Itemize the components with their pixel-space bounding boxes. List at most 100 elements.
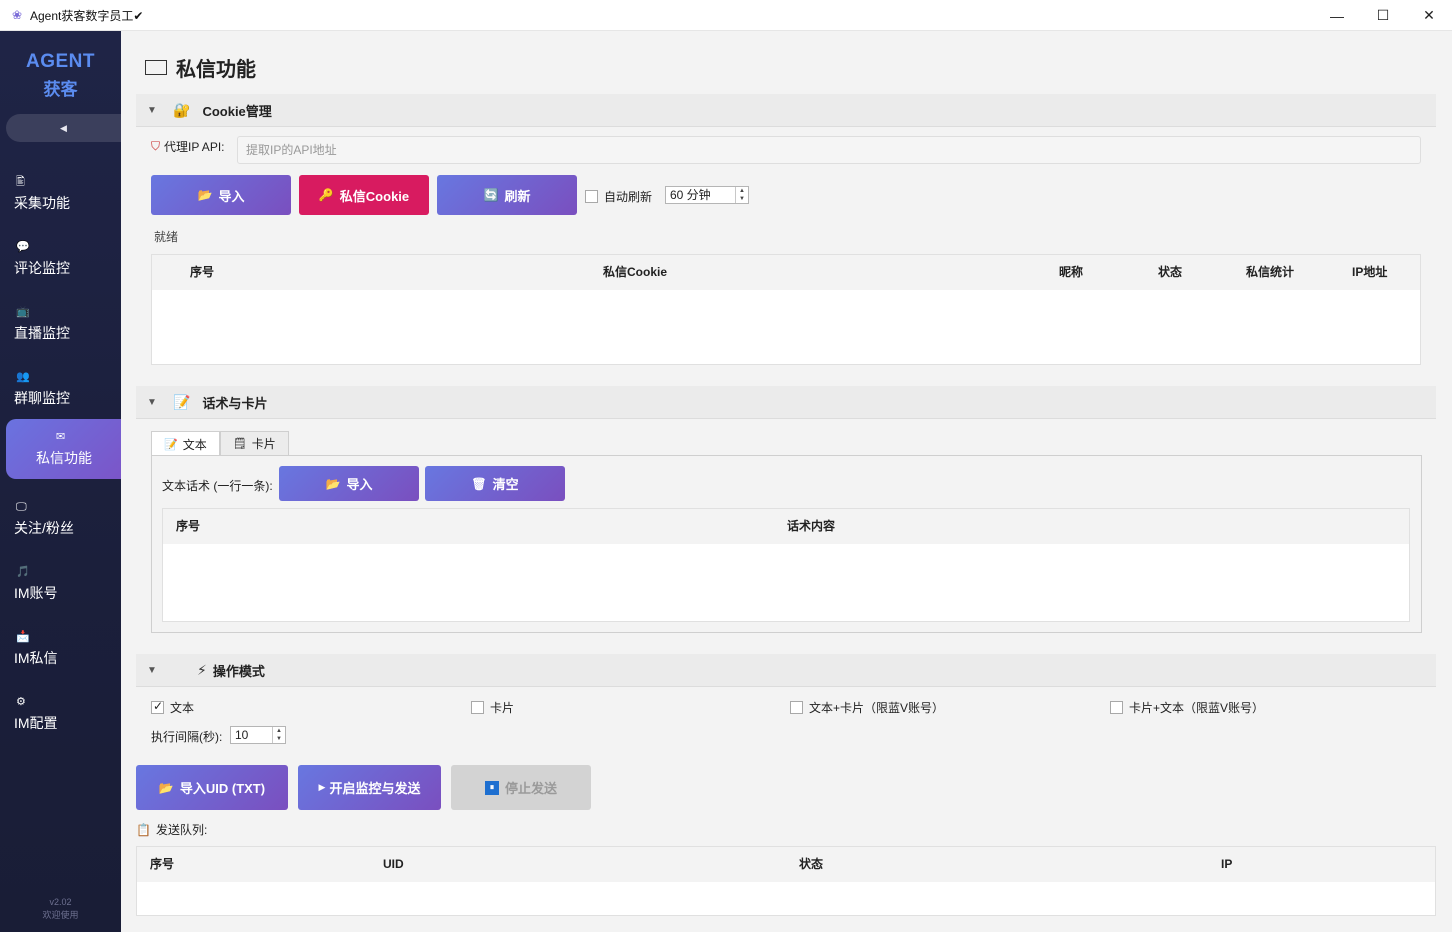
sidebar-item-label: IM私信 xyxy=(14,650,58,666)
sidebar-item-label: 采集功能 xyxy=(14,195,70,211)
button-label: 开启监控与发送 xyxy=(329,781,421,796)
script-import-button[interactable]: 📂 导入 xyxy=(279,466,419,501)
cookie-status: 就绪 xyxy=(154,230,179,244)
sidebar-item-collect[interactable]: 🖺 采集功能 xyxy=(6,164,121,224)
interval-spinbox[interactable]: 10 ▲ ▼ xyxy=(230,726,286,744)
sidebar-item-live-monitor[interactable]: 📺 直播监控 xyxy=(6,294,121,354)
column-header[interactable]: 私信统计 xyxy=(1246,255,1294,290)
window-controls: — ☐ ✕ xyxy=(1314,0,1452,31)
folder-icon: 📂 xyxy=(197,188,213,202)
shield-icon: ⛉ xyxy=(151,139,161,153)
column-header[interactable]: 昵称 xyxy=(1059,255,1083,290)
brand-line1: AGENT xyxy=(26,51,95,72)
mode-checkbox[interactable] xyxy=(1110,700,1123,714)
welcome-text: 欢迎使用 xyxy=(42,910,79,920)
gear-icon: ⚙ xyxy=(16,696,26,708)
column-header[interactable]: 序号 xyxy=(150,847,174,882)
mode-checkbox[interactable] xyxy=(790,700,803,714)
sidebar-item-label: 直播监控 xyxy=(14,325,70,341)
import-uid-button[interactable]: 📂 导入UID (TXT) xyxy=(136,765,288,810)
queue-label: 📋 发送队列: xyxy=(136,821,207,838)
collapse-caret-icon[interactable]: ▼ xyxy=(147,397,159,408)
collapse-caret-icon[interactable]: ▼ xyxy=(147,665,159,676)
refresh-button[interactable]: 🔄 刷新 xyxy=(437,175,577,215)
mail-icon: 📩 xyxy=(16,631,30,643)
proxy-api-input[interactable]: 提取IP的API地址 xyxy=(237,136,1421,164)
mode-checkbox[interactable] xyxy=(471,700,484,714)
column-header[interactable]: 状态 xyxy=(799,847,823,882)
pause-icon: ⏸ xyxy=(484,780,499,795)
column-header[interactable]: 话术内容 xyxy=(787,509,835,544)
folder-icon: 📂 xyxy=(158,780,174,795)
button-label: 私信Cookie xyxy=(339,188,410,204)
mode-option-card[interactable]: 卡片 xyxy=(471,700,514,715)
close-button[interactable]: ✕ xyxy=(1406,0,1452,31)
column-header[interactable]: 私信Cookie xyxy=(603,255,667,290)
spin-arrows-icon[interactable]: ▲ ▼ xyxy=(272,727,285,743)
page-title: 私信功能 xyxy=(145,53,256,82)
sidebar-item-label: 私信功能 xyxy=(36,450,92,466)
memo-icon: 📝 xyxy=(164,438,178,451)
mode-option-text-card[interactable]: 文本+卡片（限蓝V账号） xyxy=(790,700,945,715)
lightning-icon: ⚡ xyxy=(197,661,207,678)
envelope-icon: ✉ xyxy=(56,431,66,443)
mode-option-card-text[interactable]: 卡片+文本（限蓝V账号） xyxy=(1110,700,1264,715)
column-header[interactable]: IP地址 xyxy=(1352,255,1387,290)
sidebar-item-group-monitor[interactable]: 👥 群聊监控 xyxy=(6,359,121,419)
button-label: 导入UID (TXT) xyxy=(179,781,266,796)
auto-refresh-checkbox[interactable] xyxy=(585,190,598,203)
sidebar-item-private-message[interactable]: ✉ 私信功能 xyxy=(6,419,121,479)
column-header[interactable]: 序号 xyxy=(190,255,214,290)
table-header: 序号 话术内容 xyxy=(163,509,1409,544)
memo-icon: 📝 xyxy=(173,393,191,410)
mode-checkbox[interactable] xyxy=(151,699,164,714)
section-title: Cookie管理 xyxy=(202,103,272,119)
column-header[interactable]: 状态 xyxy=(1158,255,1182,290)
sidebar-item-label: IM配置 xyxy=(14,715,58,731)
version-number: v2.02 xyxy=(49,897,72,907)
sidebar: AGENT 获客 ◀ 🖺 采集功能 💬 评论监控 📺 直播监控 👥 群聊监控 ✉… xyxy=(0,31,121,932)
sidebar-collapse-button[interactable]: ◀ xyxy=(6,114,121,142)
tab-card[interactable]: 🗒 卡片 xyxy=(219,431,289,456)
table-header: 序号 私信Cookie 昵称 状态 私信统计 IP地址 xyxy=(152,255,1420,290)
mode-section-header[interactable]: ▼ ⚡ 操作模式 xyxy=(136,654,1436,687)
column-header[interactable]: 序号 xyxy=(176,509,200,544)
start-monitor-button[interactable]: ▶ 开启监控与发送 xyxy=(298,765,441,810)
cookie-section-header[interactable]: ▼ 🔐 Cookie管理 xyxy=(136,94,1436,127)
spin-arrows-icon[interactable]: ▲ ▼ xyxy=(735,187,748,203)
sidebar-item-im-message[interactable]: 📩 IM私信 xyxy=(6,619,121,679)
minimize-button[interactable]: — xyxy=(1314,0,1360,31)
sidebar-item-im-account[interactable]: 🎵 IM账号 xyxy=(6,554,121,614)
stop-send-button[interactable]: ⏸ 停止发送 xyxy=(451,765,591,810)
auto-refresh-toggle[interactable]: 自动刷新 xyxy=(585,188,652,205)
script-table: 序号 话术内容 xyxy=(162,508,1410,622)
mode-label: 文本+卡片（限蓝V账号） xyxy=(809,700,945,715)
button-label: 导入 xyxy=(346,477,373,492)
refresh-icon: 🔄 xyxy=(483,188,499,202)
cookie-import-button[interactable]: 📂 导入 xyxy=(151,175,291,215)
queue-table: 序号 UID 状态 IP xyxy=(136,846,1436,916)
collapse-caret-icon[interactable]: ▼ xyxy=(147,105,159,116)
maximize-button[interactable]: ☐ xyxy=(1360,0,1406,31)
trash-icon: 🗑 xyxy=(471,476,487,491)
brand-logo: AGENT 获客 xyxy=(0,51,121,100)
private-cookie-button[interactable]: 🔑 私信Cookie xyxy=(299,175,429,215)
refresh-interval-spinbox[interactable]: 60 分钟 ▲ ▼ xyxy=(665,186,749,204)
sidebar-item-im-config[interactable]: ⚙ IM配置 xyxy=(6,684,121,744)
proxy-label: ⛉ 代理IP API: xyxy=(151,138,225,155)
section-title: 操作模式 xyxy=(212,663,265,679)
sidebar-item-comment-monitor[interactable]: 💬 评论监控 xyxy=(6,229,121,289)
version-info: v2.02 欢迎使用 xyxy=(0,896,121,922)
envelope-icon xyxy=(145,60,167,75)
text-script-label: 文本话术 (一行一条): xyxy=(162,479,273,493)
tab-text[interactable]: 📝 文本 xyxy=(151,431,220,457)
spinbox-value: 60 分钟 xyxy=(670,188,711,202)
script-section-header[interactable]: ▼ 📝 话术与卡片 xyxy=(136,386,1436,419)
spinbox-value: 10 xyxy=(235,728,249,742)
script-clear-button[interactable]: 🗑 清空 xyxy=(425,466,565,501)
column-header[interactable]: UID xyxy=(383,847,404,882)
column-header[interactable]: IP xyxy=(1221,847,1232,882)
sidebar-item-follow-fans[interactable]: 🖵 关注/粉丝 xyxy=(6,489,121,549)
mode-option-text[interactable]: 文本 xyxy=(151,699,194,715)
group-icon: 👥 xyxy=(16,371,30,383)
